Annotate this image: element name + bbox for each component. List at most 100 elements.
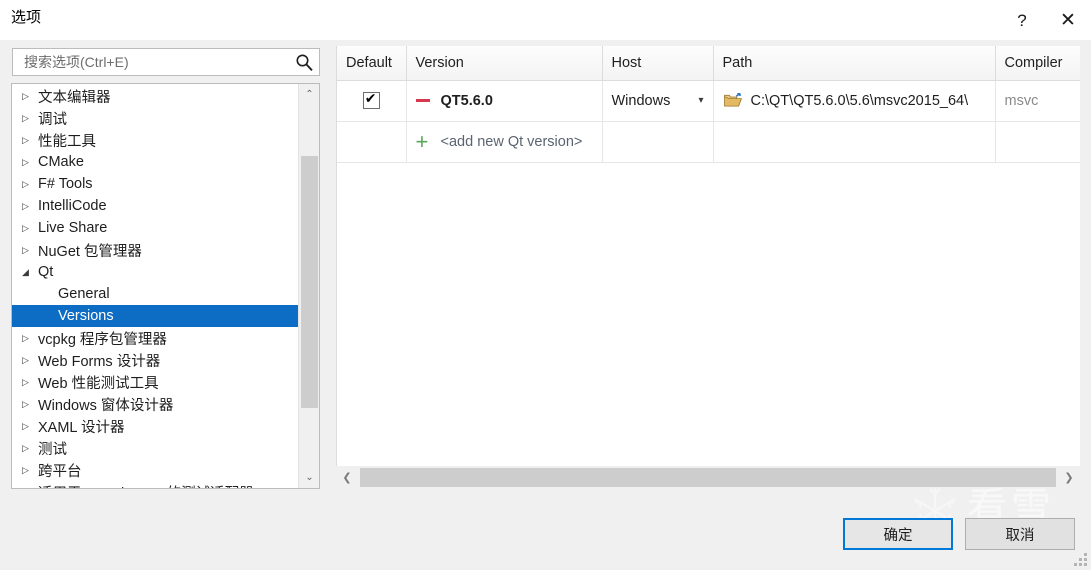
sidebar-item-13[interactable]: ▷Web 性能测试工具: [12, 371, 299, 393]
expander-expand-icon[interactable]: ▷: [22, 173, 38, 195]
version-label: QT5.6.0: [441, 93, 493, 109]
ok-button[interactable]: 确定: [843, 518, 953, 550]
scroll-left-icon[interactable]: ❮: [336, 466, 358, 489]
chevron-down-icon[interactable]: ▾: [698, 95, 703, 106]
resize-grip-icon[interactable]: [1074, 553, 1087, 566]
hscrollbar-thumb[interactable]: [360, 468, 1056, 487]
scrollbar-thumb[interactable]: [301, 156, 318, 408]
expander-expand-icon[interactable]: ▷: [22, 481, 38, 489]
minus-icon: [416, 99, 430, 102]
expander-expand-icon[interactable]: ▷: [22, 129, 38, 151]
qt-versions-table: Default Version Host Path Compiler QT5.6: [337, 46, 1080, 163]
sidebar-item-label: Live Share: [38, 220, 107, 236]
sidebar-item-0[interactable]: ▷文本编辑器: [12, 85, 299, 107]
sidebar-item-label: vcpkg 程序包管理器: [38, 328, 167, 349]
plus-icon[interactable]: +: [416, 131, 430, 153]
path-cell[interactable]: C:\QT\QT5.6.0\5.6\msvc2015_64\: [713, 80, 995, 121]
add-compiler-cell: [995, 121, 1080, 162]
sidebar-item-label: 性能工具: [38, 130, 96, 151]
expander-expand-icon[interactable]: ▷: [22, 327, 38, 349]
scroll-up-icon[interactable]: ⌃: [299, 84, 320, 105]
scroll-right-icon[interactable]: ❯: [1058, 466, 1080, 489]
sidebar-item-label: Web 性能测试工具: [38, 372, 159, 393]
options-dialog: 选项 ? ✕ ▷文本编辑器▷调试▷性能工具▷CMake▷F# Tools▷Int…: [0, 0, 1091, 570]
options-tree-panel: ▷文本编辑器▷调试▷性能工具▷CMake▷F# Tools▷IntelliCod…: [11, 83, 320, 489]
table-header-row: Default Version Host Path Compiler: [337, 46, 1080, 80]
expander-expand-icon[interactable]: ▷: [22, 239, 38, 261]
sidebar-item-10[interactable]: Versions: [12, 305, 299, 327]
close-icon[interactable]: ✕: [1045, 0, 1091, 40]
help-icon[interactable]: ?: [999, 0, 1045, 40]
search-icon[interactable]: [295, 53, 314, 72]
default-cell[interactable]: [337, 80, 406, 121]
expander-expand-icon[interactable]: ▷: [22, 393, 38, 415]
sidebar-item-label: CMake: [38, 154, 84, 170]
open-folder-icon[interactable]: [723, 93, 743, 108]
sidebar-item-3[interactable]: ▷CMake: [12, 151, 299, 173]
add-version-cell[interactable]: + <add new Qt version>: [406, 121, 602, 162]
expander-expand-icon[interactable]: ▷: [22, 371, 38, 393]
sidebar-item-5[interactable]: ▷IntelliCode: [12, 195, 299, 217]
column-header-version[interactable]: Version: [406, 46, 602, 80]
expander-expand-icon[interactable]: ▷: [22, 437, 38, 459]
table-row[interactable]: QT5.6.0 Windows ▾: [337, 80, 1080, 121]
sidebar-item-label: Windows 窗体设计器: [38, 394, 173, 415]
host-label: Windows: [612, 93, 671, 109]
column-header-path[interactable]: Path: [713, 46, 995, 80]
host-cell[interactable]: Windows ▾: [602, 80, 713, 121]
expander-expand-icon[interactable]: ▷: [22, 151, 38, 173]
sidebar-item-16[interactable]: ▷测试: [12, 437, 299, 459]
qt-versions-grid-panel: Default Version Host Path Compiler QT5.6: [336, 46, 1080, 489]
expander-expand-icon[interactable]: ▷: [22, 195, 38, 217]
sidebar-item-1[interactable]: ▷调试: [12, 107, 299, 129]
search-input[interactable]: [22, 49, 282, 75]
expander-expand-icon[interactable]: ▷: [22, 415, 38, 437]
add-path-cell: [713, 121, 995, 162]
column-header-host[interactable]: Host: [602, 46, 713, 80]
expander-expand-icon[interactable]: ▷: [22, 459, 38, 481]
sidebar-item-12[interactable]: ▷Web Forms 设计器: [12, 349, 299, 371]
sidebar-item-label: 文本编辑器: [38, 86, 111, 107]
expander-expand-icon[interactable]: ▷: [22, 107, 38, 129]
expander-expand-icon[interactable]: ▷: [22, 85, 38, 107]
cancel-button[interactable]: 取消: [965, 518, 1075, 550]
sidebar-item-label: Qt: [38, 264, 53, 280]
version-cell[interactable]: QT5.6.0: [406, 80, 602, 121]
add-new-row[interactable]: + <add new Qt version>: [337, 121, 1080, 162]
path-label: C:\QT\QT5.6.0\5.6\msvc2015_64\: [751, 93, 969, 109]
tree-vertical-scrollbar[interactable]: ⌃ ⌄: [298, 84, 319, 488]
sidebar-item-14[interactable]: ▷Windows 窗体设计器: [12, 393, 299, 415]
sidebar-item-18[interactable]: ▷适用于 Google Test 的测试适配器: [12, 481, 299, 489]
add-new-label[interactable]: <add new Qt version>: [441, 134, 583, 150]
column-header-default[interactable]: Default: [337, 46, 406, 80]
sidebar-item-8[interactable]: ◢Qt: [12, 261, 299, 283]
sidebar-item-label: Web Forms 设计器: [38, 350, 160, 371]
options-tree[interactable]: ▷文本编辑器▷调试▷性能工具▷CMake▷F# Tools▷IntelliCod…: [12, 84, 299, 488]
page-title: 选项: [11, 8, 41, 28]
compiler-label: msvc: [1005, 93, 1039, 109]
expander-collapse-icon[interactable]: ◢: [22, 261, 38, 283]
sidebar-item-6[interactable]: ▷Live Share: [12, 217, 299, 239]
sidebar-item-7[interactable]: ▷NuGet 包管理器: [12, 239, 299, 261]
sidebar-item-11[interactable]: ▷vcpkg 程序包管理器: [12, 327, 299, 349]
sidebar-item-label: XAML 设计器: [38, 416, 124, 437]
add-default-cell: [337, 121, 406, 162]
default-checkbox[interactable]: [363, 92, 380, 109]
scroll-down-icon[interactable]: ⌄: [299, 467, 320, 488]
sidebar-item-2[interactable]: ▷性能工具: [12, 129, 299, 151]
sidebar-item-label: General: [58, 286, 110, 302]
sidebar-item-17[interactable]: ▷跨平台: [12, 459, 299, 481]
sidebar-item-4[interactable]: ▷F# Tools: [12, 173, 299, 195]
search-box[interactable]: [12, 48, 320, 76]
compiler-cell[interactable]: msvc: [995, 80, 1080, 121]
sidebar-item-label: 测试: [38, 438, 67, 459]
sidebar-item-9[interactable]: General: [12, 283, 299, 305]
sidebar-item-label: Versions: [58, 308, 114, 324]
grid-horizontal-scrollbar[interactable]: ❮ ❯: [336, 466, 1080, 489]
expander-expand-icon[interactable]: ▷: [22, 349, 38, 371]
sidebar-item-label: 跨平台: [38, 460, 82, 481]
expander-expand-icon[interactable]: ▷: [22, 217, 38, 239]
title-bar: 选项 ? ✕: [0, 0, 1091, 40]
column-header-compiler[interactable]: Compiler: [995, 46, 1080, 80]
sidebar-item-15[interactable]: ▷XAML 设计器: [12, 415, 299, 437]
